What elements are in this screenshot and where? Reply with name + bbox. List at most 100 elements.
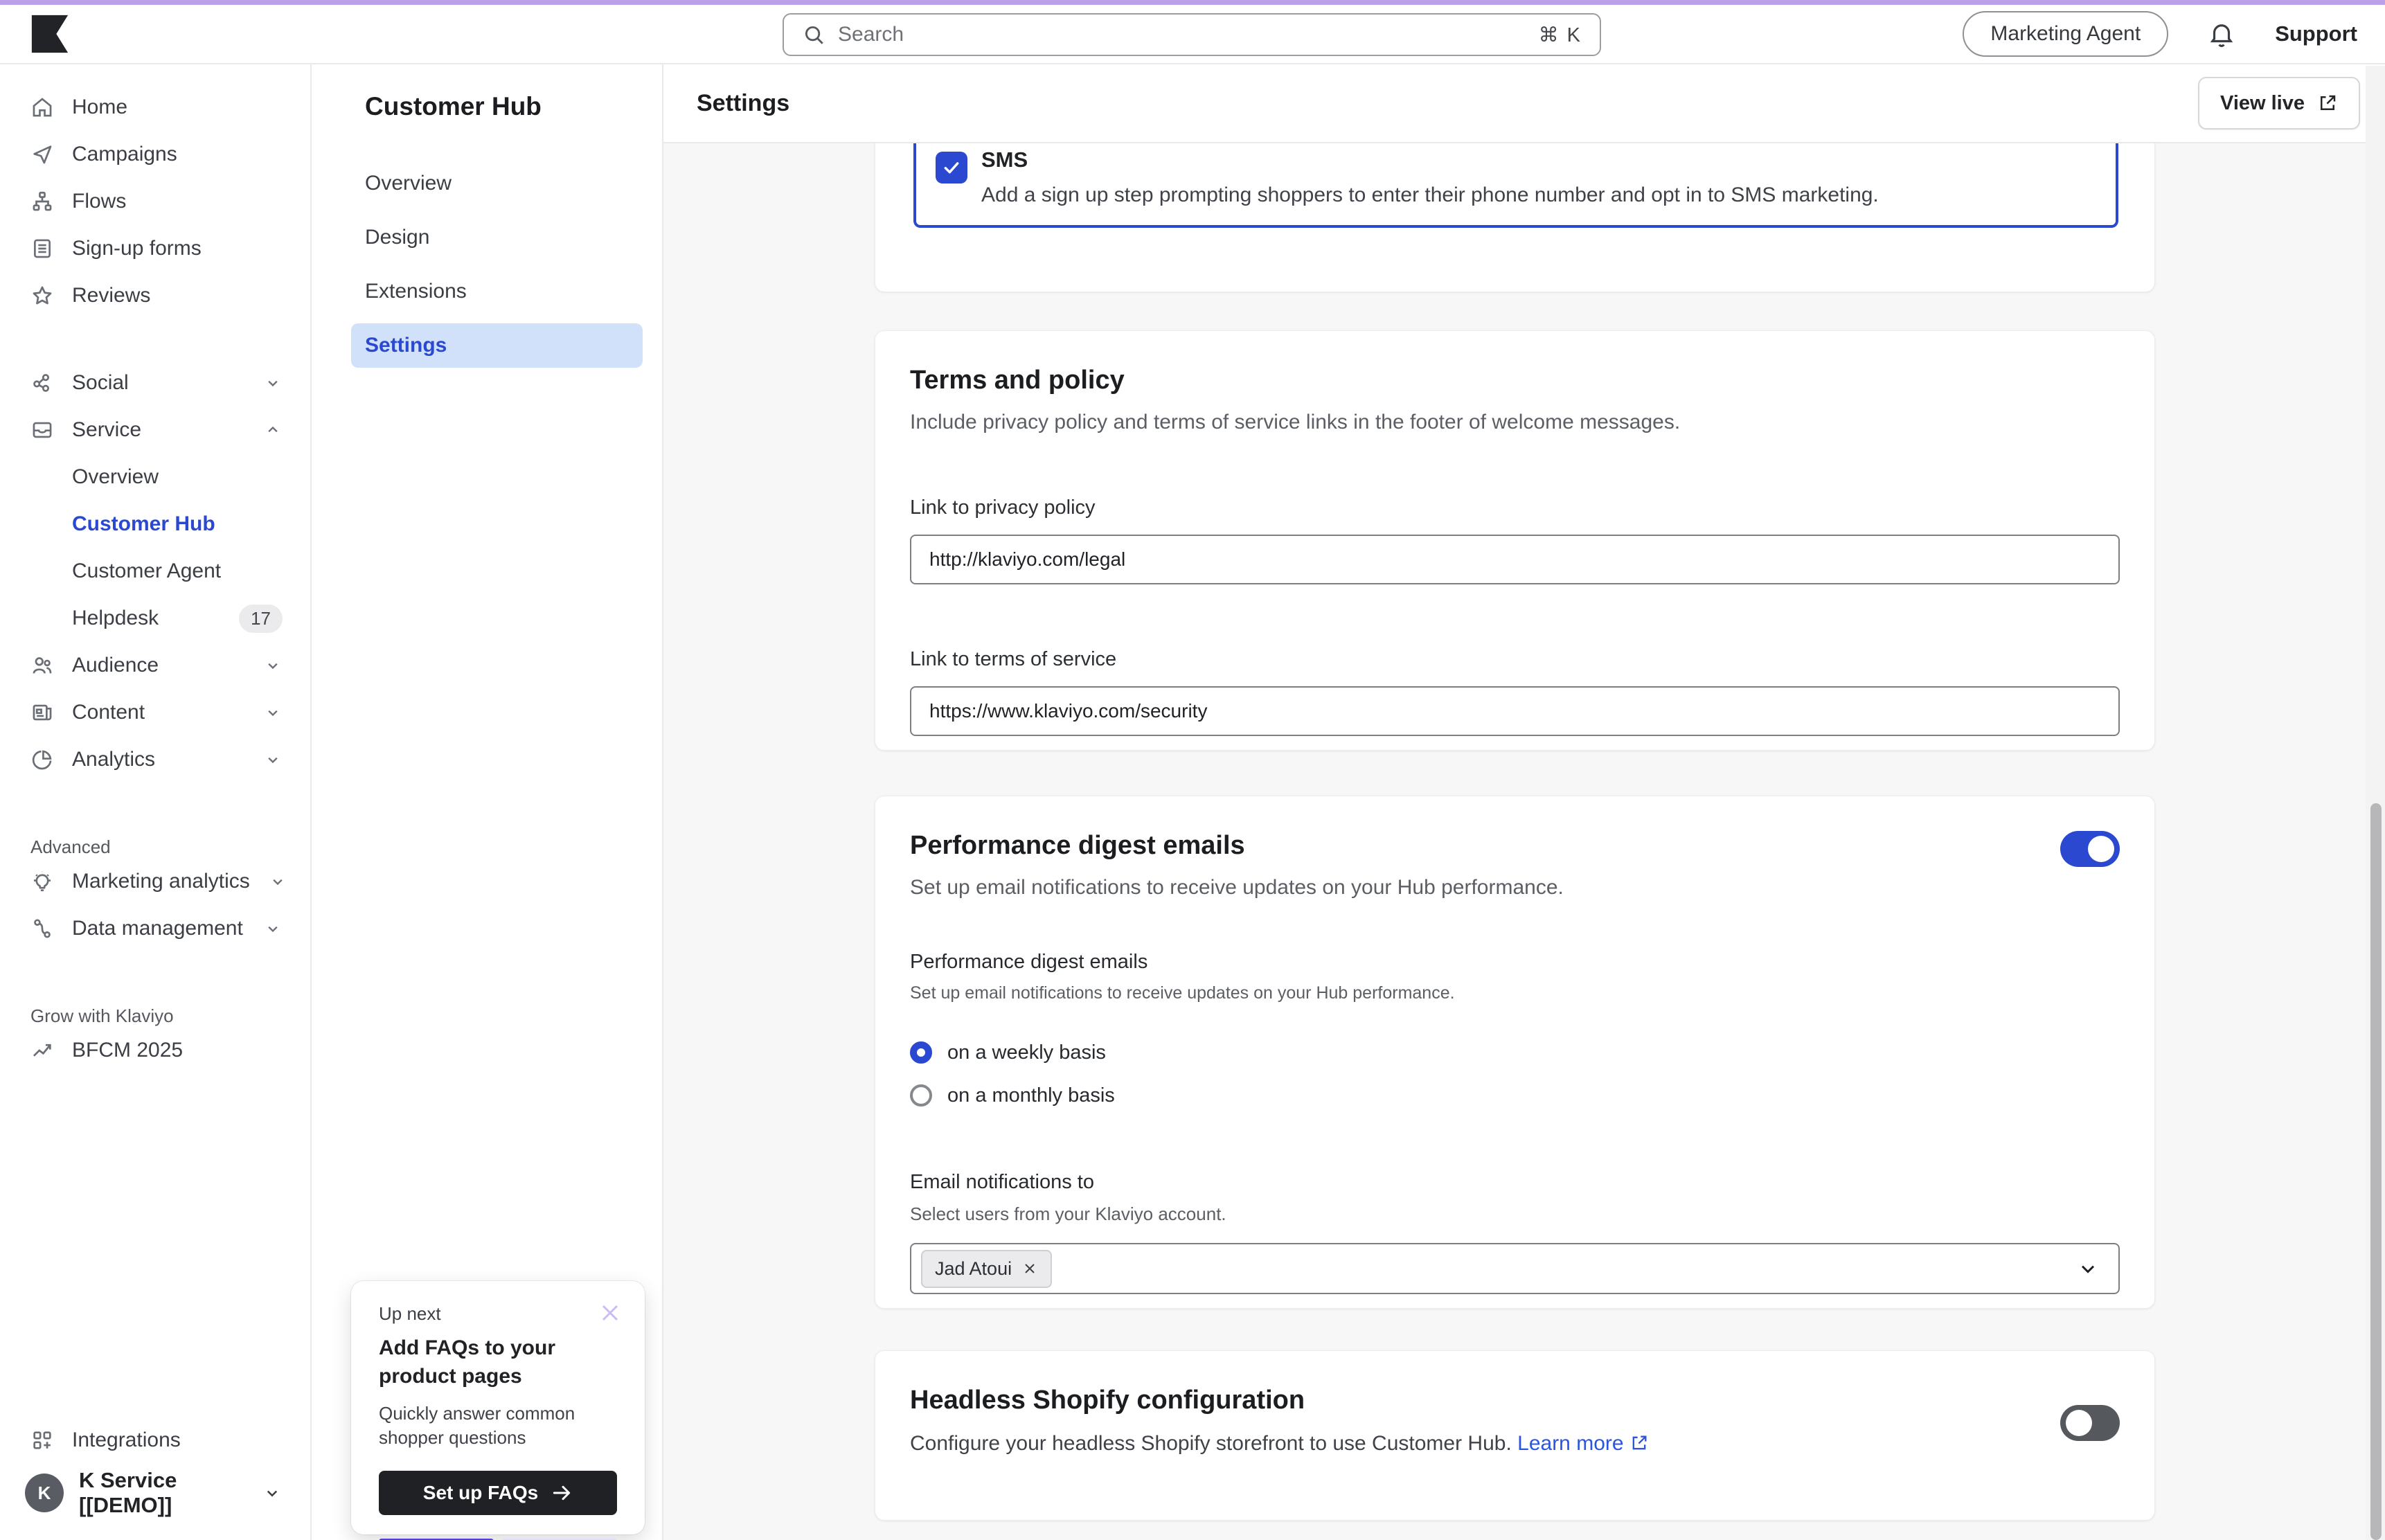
radio-selected-icon xyxy=(910,1041,932,1064)
view-live-button[interactable]: View live xyxy=(2198,77,2360,129)
learn-more-label: Learn more xyxy=(1517,1432,1623,1455)
headless-toggle[interactable] xyxy=(2060,1405,2120,1441)
global-search-input[interactable]: Search ⌘ K xyxy=(783,13,1601,56)
sidebar-item-flows[interactable]: Flows xyxy=(0,178,310,225)
social-icon xyxy=(30,371,54,395)
up-next-card: Up next Add FAQs to your product pages Q… xyxy=(351,1281,645,1534)
subnav-item-design[interactable]: Design xyxy=(351,215,643,260)
sidebar-item-service-overview[interactable]: Overview xyxy=(0,454,310,501)
toggle-knob xyxy=(2066,1410,2092,1436)
send-icon xyxy=(30,143,54,166)
email-notifications-description: Select users from your Klaviyo account. xyxy=(910,1203,2120,1225)
terms-of-service-label: Link to terms of service xyxy=(910,648,2120,671)
data-nodes-icon xyxy=(30,917,54,940)
radio-weekly[interactable]: on a weekly basis xyxy=(910,1031,2120,1074)
recipient-chip: Jad Atoui xyxy=(921,1250,1052,1288)
sidebar-item-bfcm-2025[interactable]: BFCM 2025 xyxy=(0,1027,310,1074)
learn-more-link[interactable]: Learn more xyxy=(1517,1432,1623,1455)
sidebar-item-home[interactable]: Home xyxy=(0,84,310,131)
sidebar-item-marketing-analytics[interactable]: Marketing analytics xyxy=(0,858,310,905)
trend-up-icon xyxy=(30,1039,54,1062)
sidebar-item-data-management[interactable]: Data management xyxy=(0,905,310,952)
search-shortcut: ⌘ K xyxy=(1539,23,1582,47)
sidebar-item-label: Overview xyxy=(72,465,283,489)
set-up-faqs-label: Set up FAQs xyxy=(423,1482,538,1504)
page-title: Settings xyxy=(697,90,2198,117)
subnav-item-settings[interactable]: Settings xyxy=(351,323,643,368)
radio-weekly-label: on a weekly basis xyxy=(947,1041,1106,1064)
email-recipients-select[interactable]: Jad Atoui xyxy=(910,1243,2120,1294)
home-icon xyxy=(30,96,54,119)
star-icon xyxy=(30,284,54,307)
privacy-policy-input[interactable] xyxy=(910,535,2120,584)
sidebar-item-label: BFCM 2025 xyxy=(72,1039,283,1062)
sms-option-box[interactable]: SMS Add a sign up step prompting shopper… xyxy=(913,143,2118,228)
chevron-down-icon xyxy=(263,703,283,722)
scrollbar-thumb[interactable] xyxy=(2370,803,2382,1540)
headless-shopify-card: Headless Shopify configuration Configure… xyxy=(875,1350,2155,1521)
external-link-icon xyxy=(1629,1433,1649,1453)
subnav-item-extensions[interactable]: Extensions xyxy=(351,269,643,314)
main-header: Settings View live xyxy=(663,64,2385,143)
arrow-right-icon xyxy=(551,1482,573,1504)
sidebar-item-audience[interactable]: Audience xyxy=(0,642,310,689)
sidebar-item-signup-forms[interactable]: Sign-up forms xyxy=(0,225,310,272)
support-link[interactable]: Support xyxy=(2275,21,2357,46)
terms-of-service-input[interactable] xyxy=(910,686,2120,736)
sidebar-item-analytics[interactable]: Analytics xyxy=(0,736,310,783)
sidebar-item-integrations[interactable]: Integrations xyxy=(0,1417,310,1464)
account-avatar: K xyxy=(25,1474,64,1512)
recipient-chip-label: Jad Atoui xyxy=(935,1258,1012,1280)
settings-scroll-area: SMS Add a sign up step prompting shopper… xyxy=(663,143,2385,1540)
sidebar-item-service[interactable]: Service xyxy=(0,406,310,454)
primary-sidebar: Home Campaigns Flows Sign-up forms Revie… xyxy=(0,64,312,1540)
check-icon xyxy=(940,156,963,179)
sidebar-item-label: Content xyxy=(72,701,245,724)
sidebar-item-campaigns[interactable]: Campaigns xyxy=(0,131,310,178)
sidebar-item-content[interactable]: Content xyxy=(0,689,310,736)
account-name: K Service [[DEMO]] xyxy=(79,1468,247,1518)
sms-option-description: Add a sign up step prompting shoppers to… xyxy=(981,183,1879,207)
pie-chart-icon xyxy=(30,748,54,771)
marketing-agent-button[interactable]: Marketing Agent xyxy=(1963,11,2168,57)
sidebar-item-label: Sign-up forms xyxy=(72,237,283,260)
radio-monthly[interactable]: on a monthly basis xyxy=(910,1074,2120,1117)
main-panel: Settings View live SMS Add a sign u xyxy=(663,64,2385,1540)
sidebar-item-label: Social xyxy=(72,371,245,395)
sidebar-item-label: Reviews xyxy=(72,284,283,307)
subnav-item-overview[interactable]: Overview xyxy=(351,161,643,206)
sidebar-item-label: Analytics xyxy=(72,748,245,771)
close-icon[interactable] xyxy=(596,1299,624,1327)
notifications-bell-icon[interactable] xyxy=(2207,19,2236,48)
sms-option-label: SMS xyxy=(981,147,1879,172)
sms-checkbox[interactable] xyxy=(936,152,967,183)
sidebar-item-label: Audience xyxy=(72,654,245,677)
up-next-title: Add FAQs to your product pages xyxy=(379,1334,607,1390)
form-icon xyxy=(30,237,54,260)
performance-digest-card: Performance digest emails Set up email n… xyxy=(875,796,2155,1309)
remove-chip-icon[interactable] xyxy=(1021,1260,1038,1277)
chevron-down-icon xyxy=(263,919,283,938)
sidebar-item-helpdesk[interactable]: Helpdesk 17 xyxy=(0,595,310,642)
audience-icon xyxy=(30,654,54,677)
digest-subtitle: Set up email notifications to receive up… xyxy=(910,876,2060,899)
subnav-title: Customer Hub xyxy=(351,92,643,121)
set-up-faqs-button[interactable]: Set up FAQs xyxy=(379,1471,617,1515)
sidebar-item-label: Flows xyxy=(72,190,283,213)
content-icon xyxy=(30,701,54,724)
sidebar-item-customer-hub[interactable]: Customer Hub xyxy=(0,501,310,548)
search-placeholder: Search xyxy=(838,23,1526,46)
radio-monthly-label: on a monthly basis xyxy=(947,1084,1115,1107)
up-next-eyebrow: Up next xyxy=(379,1303,617,1325)
sidebar-item-social[interactable]: Social xyxy=(0,359,310,406)
digest-toggle[interactable] xyxy=(2060,831,2120,867)
sidebar-item-label: Home xyxy=(72,96,283,119)
klaviyo-logo-icon[interactable] xyxy=(30,14,69,54)
digest-sub-description: Set up email notifications to receive up… xyxy=(910,983,2120,1003)
sidebar-item-customer-agent[interactable]: Customer Agent xyxy=(0,548,310,595)
sidebar-item-label: Data management xyxy=(72,917,245,940)
helpdesk-count-badge: 17 xyxy=(239,605,283,633)
sidebar-item-reviews[interactable]: Reviews xyxy=(0,272,310,319)
account-switcher[interactable]: K K Service [[DEMO]] xyxy=(0,1464,310,1522)
brand-top-strip xyxy=(0,0,2385,5)
